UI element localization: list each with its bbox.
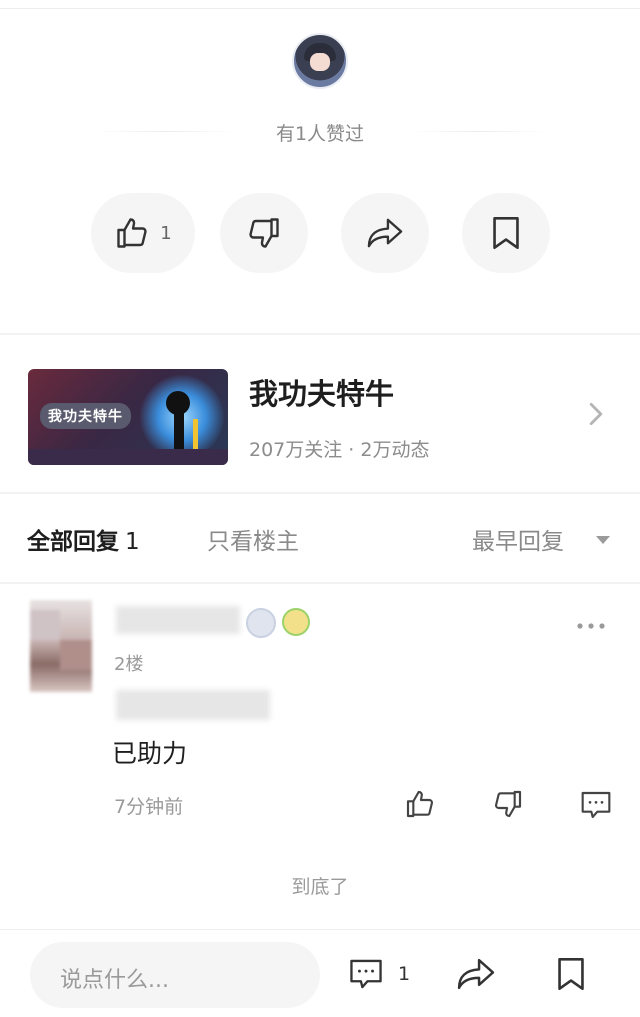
thumbs-up-icon <box>117 218 147 248</box>
like-button[interactable]: 1 <box>91 193 195 273</box>
reply-item: 2楼 已助力 7分钟前 <box>0 584 640 844</box>
share-arrow-icon[interactable] <box>456 956 496 992</box>
share-arrow-icon <box>367 218 403 248</box>
comment-bubble-icon[interactable] <box>580 790 612 820</box>
forum-stats: 207万关注 · 2万动态 <box>249 439 430 461</box>
comments-button[interactable]: 1 <box>348 958 410 990</box>
liked-by-row: 有1人赞过 <box>0 116 640 146</box>
end-of-list-text: 到底了 <box>291 876 349 898</box>
reply-time: 7分钟前 <box>114 796 184 818</box>
top-divider <box>0 8 640 9</box>
thumbs-down-icon[interactable] <box>492 788 524 820</box>
comment-input-placeholder: 说点什么... <box>60 968 169 993</box>
thumbnail-figure-head <box>166 391 190 415</box>
comment-input[interactable]: 说点什么... <box>30 942 320 1008</box>
reply-content: 已助力 <box>112 739 188 768</box>
bottom-bar: 说点什么... 1 <box>0 929 640 1017</box>
level-badge-icon <box>246 608 276 638</box>
like-count: 1 <box>160 222 172 244</box>
reply-avatar[interactable] <box>30 600 92 692</box>
thumbnail-ground <box>28 449 228 465</box>
avatar-face <box>310 53 330 71</box>
tab-all-count: 1 <box>125 529 140 555</box>
forum-thumbnail: 我功夫特牛 <box>28 369 228 465</box>
chevron-right-icon <box>589 402 603 426</box>
forum-name: 我功夫特牛 <box>249 377 395 411</box>
avatar-pixel <box>60 640 92 670</box>
liked-divider-right <box>408 131 548 132</box>
caret-down-icon[interactable] <box>596 536 610 544</box>
share-button[interactable] <box>341 193 429 273</box>
tab-owner-only[interactable]: 只看楼主 <box>207 522 299 556</box>
avatar-pixel <box>30 610 60 640</box>
thumbs-down-icon <box>249 218 279 248</box>
forum-card[interactable]: 我功夫特牛 我功夫特牛 207万关注 · 2万动态 <box>0 335 640 492</box>
reply-floor: 2楼 <box>114 654 144 675</box>
liked-by-text: 有1人赞过 <box>275 123 365 145</box>
liker-avatar[interactable] <box>292 33 348 89</box>
comment-count: 1 <box>398 963 411 985</box>
redacted-username[interactable] <box>116 606 240 634</box>
thumbs-up-icon[interactable] <box>404 788 436 820</box>
reply-tabs: 全部回复 1 只看楼主 最早回复 <box>0 494 640 582</box>
more-options-icon[interactable] <box>576 620 606 632</box>
bookmark-icon[interactable] <box>556 956 586 992</box>
sort-dropdown[interactable]: 最早回复 <box>472 522 564 556</box>
avatar-badge-icon <box>282 608 310 636</box>
tab-all-replies[interactable]: 全部回复 1 <box>27 522 140 556</box>
bookmark-button[interactable] <box>462 193 550 273</box>
redacted-text <box>116 690 270 720</box>
thumbnail-sword <box>193 419 198 453</box>
comment-bubble-icon <box>350 959 382 989</box>
thumbnail-logo-text: 我功夫特牛 <box>40 403 131 429</box>
bookmark-icon <box>493 216 519 250</box>
tab-all-label: 全部回复 <box>27 529 119 555</box>
dislike-button[interactable] <box>220 193 308 273</box>
